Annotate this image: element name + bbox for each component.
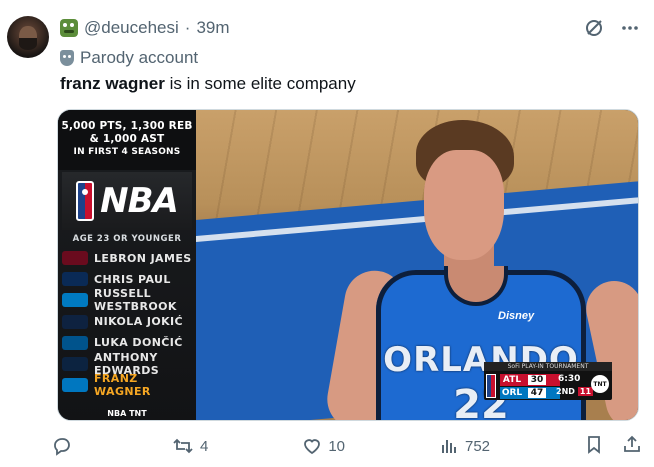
headline-line1: 5,000 PTS, 1,300 REB	[61, 120, 193, 132]
age-label: AGE 23 OR YOUNGER	[72, 234, 182, 244]
views-button[interactable]: 752	[439, 436, 490, 456]
jersey-collar	[444, 266, 508, 306]
team-logo-icon	[62, 293, 88, 308]
team1-score: 30	[528, 375, 546, 385]
head	[424, 150, 504, 260]
team-logo-icon	[62, 251, 88, 265]
tweet-text: franz wagner is in some elite company	[60, 74, 356, 94]
tweet-text-rest: is in some elite company	[164, 74, 356, 93]
more-options-icon[interactable]	[620, 18, 640, 38]
tweet: @deucehesi · 39m Parody account franz wa…	[0, 0, 654, 467]
repost-count: 4	[199, 437, 209, 455]
action-bar: 4 10 752	[52, 428, 642, 464]
views-count: 752	[464, 437, 491, 455]
tweet-header: @deucehesi · 39m	[60, 18, 230, 38]
graphic-footer: NBA TNT	[107, 409, 147, 418]
parody-text: Parody account	[80, 48, 199, 67]
repost-button[interactable]: 4	[172, 436, 208, 456]
player-row: ANTHONY EDWARDS	[62, 351, 194, 377]
headline-line2: & 1,000 AST	[89, 133, 165, 145]
player-row: FRANZ WAGNER	[62, 372, 194, 399]
network-logo: TNT	[591, 375, 609, 393]
separator: ·	[184, 18, 191, 37]
views-icon	[439, 436, 459, 456]
scorebug: SoFi PLAY-IN TOURNAMENT ATL 30 ORL 47 6:…	[484, 362, 612, 400]
reply-button[interactable]	[52, 436, 78, 456]
scorebug-row-team2: ORL 47	[500, 387, 560, 399]
scorebug-row-team1: ATL 30	[500, 374, 560, 386]
nba-logo-icon	[76, 181, 95, 221]
nba-brand: NBA	[62, 172, 192, 230]
user-handle[interactable]: @deucehesi	[84, 18, 179, 38]
team2-score: 47	[528, 388, 546, 398]
parody-label: Parody account	[60, 48, 198, 68]
stats-graphic: 5,000 PTS, 1,300 REB & 1,000 AST IN FIRS…	[58, 110, 196, 420]
scorebug-tournament: SoFi PLAY-IN TOURNAMENT	[484, 362, 612, 371]
top-actions	[584, 18, 640, 38]
mask-icon	[60, 50, 74, 66]
player-name: CHRIS PAUL	[94, 272, 171, 286]
player-name: LEBRON JAMES	[94, 251, 192, 265]
player-row: LUKA DONČIĆ	[62, 333, 194, 353]
like-button[interactable]: 10	[302, 436, 345, 456]
shot-clock: 11	[577, 387, 594, 396]
quarter: 2ND	[556, 387, 575, 396]
repost-icon	[172, 436, 194, 456]
bookmark-icon[interactable]	[584, 434, 604, 458]
avatar-beard	[19, 38, 37, 50]
game-clock: 6:30	[558, 374, 581, 384]
game-photo: Disney ORLANDO 22 SoFi PLAY-IN TOURNAMEN…	[196, 110, 638, 420]
headline-line3: IN FIRST 4 SEASONS	[73, 147, 181, 157]
player-row: NIKOLA JOKIĆ	[62, 312, 194, 332]
team-logo-icon	[62, 357, 88, 371]
nba-brand-text: NBA	[100, 181, 179, 221]
share-icon[interactable]	[622, 434, 642, 458]
player-name: LUKA DONČIĆ	[94, 336, 183, 350]
grok-icon[interactable]	[584, 18, 604, 38]
display-name-emoji[interactable]	[60, 19, 78, 37]
team-logo-icon	[62, 335, 88, 350]
timestamp[interactable]: 39m	[196, 18, 229, 38]
player-row: LEBRON JAMES	[62, 248, 194, 268]
tweet-text-bold: franz wagner	[60, 74, 165, 93]
team-logo-icon	[62, 378, 88, 393]
team2-abbr: ORL	[501, 388, 523, 398]
player-name: RUSSELL WESTBROOK	[94, 287, 177, 314]
team1-abbr: ATL	[502, 375, 522, 385]
scorebug-nba-icon	[486, 374, 496, 398]
right-actions	[584, 434, 642, 458]
team-logo-icon	[62, 314, 88, 329]
quarter-info: 2ND 11	[556, 387, 594, 396]
graphic-headline: 5,000 PTS, 1,300 REB & 1,000 AST IN FIRS…	[58, 110, 196, 170]
jersey-sponsor: Disney	[498, 310, 535, 322]
like-count: 10	[328, 437, 345, 455]
player-name: NIKOLA JOKIĆ	[94, 315, 183, 329]
player-row: RUSSELL WESTBROOK	[62, 287, 194, 314]
avatar[interactable]	[7, 16, 49, 58]
team-logo-icon	[62, 272, 88, 287]
heart-icon	[302, 436, 322, 456]
player-name: FRANZ WAGNER	[94, 372, 151, 399]
tweet-media[interactable]: 5,000 PTS, 1,300 REB & 1,000 AST IN FIRS…	[57, 109, 639, 421]
player-row: CHRIS PAUL	[62, 269, 194, 289]
reply-icon	[52, 436, 72, 456]
